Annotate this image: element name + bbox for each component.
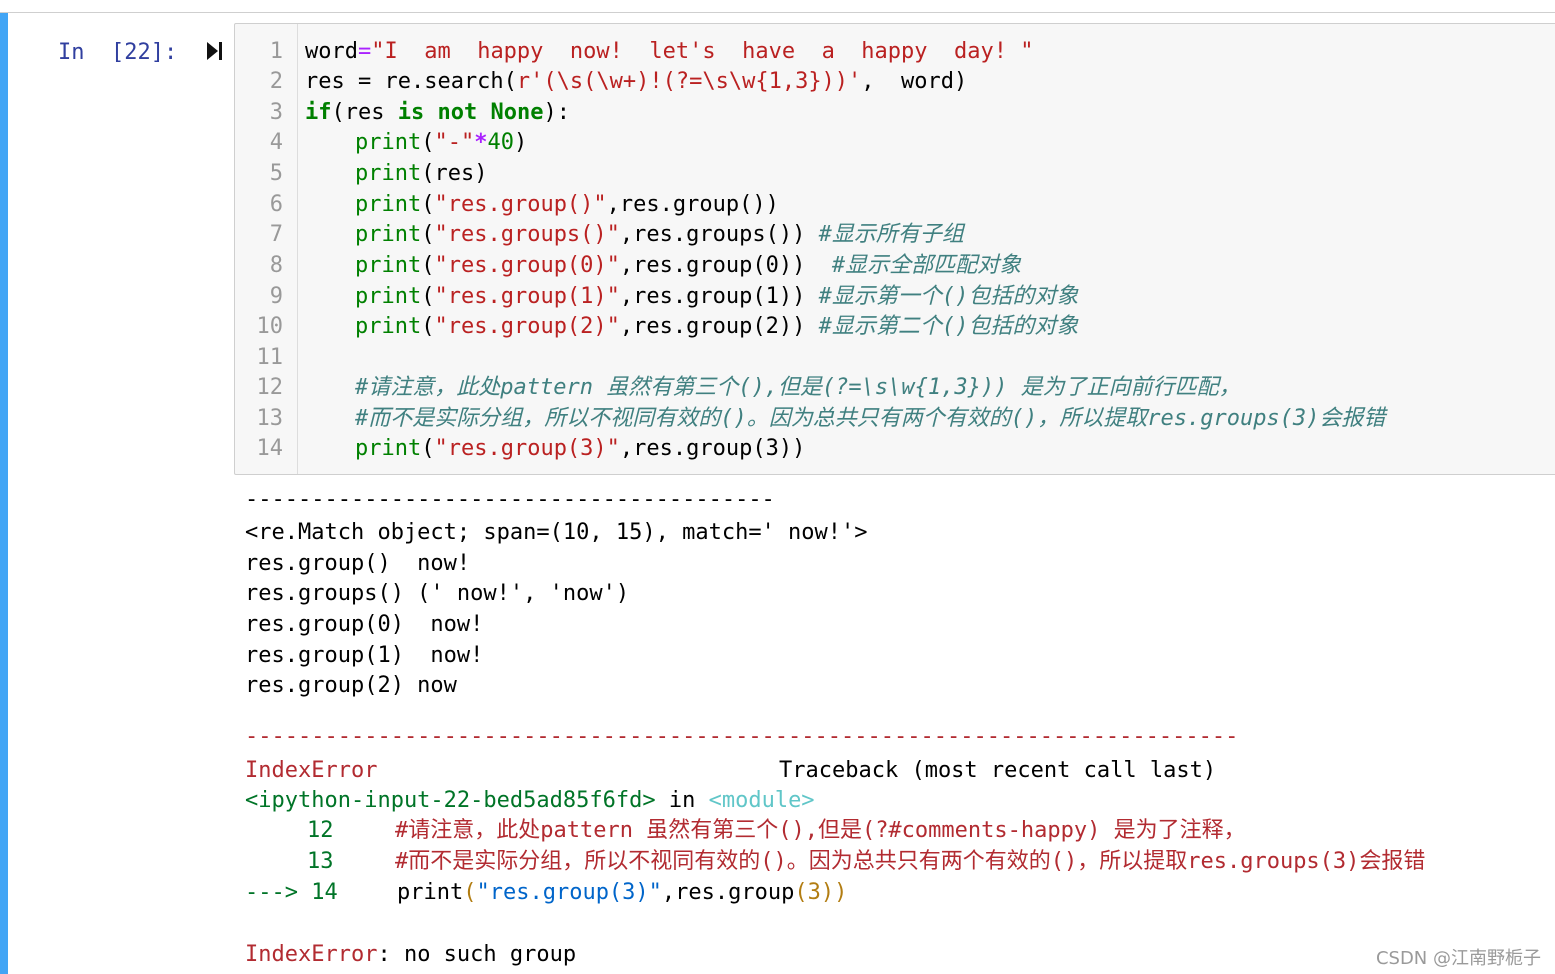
- line-number: 5: [269, 161, 283, 186]
- line-number: 10: [256, 314, 284, 339]
- traceback-header: IndexError Traceback (most recent call la…: [245, 758, 1217, 783]
- code-line: print("res.groups()",res.groups()) #显示所有…: [355, 222, 964, 247]
- line-number: 2: [269, 69, 283, 94]
- line-number: 6: [269, 192, 283, 217]
- code-line: print("-"*40): [355, 130, 528, 155]
- output-match-object: <re.Match object; span=(10, 15), match='…: [245, 520, 868, 545]
- code-line: print("res.group(1)",res.group(1)) #显示第一…: [355, 284, 1079, 309]
- code-line: print("res.group(0)",res.group(0)) #显示全部…: [355, 253, 1022, 278]
- line-number: 14: [256, 436, 284, 461]
- cell-prompt: In [22]:: [58, 40, 178, 65]
- traceback-location: <ipython-input-22-bed5ad85f6fd> in <modu…: [245, 788, 815, 813]
- run-cell-icon[interactable]: [206, 40, 224, 62]
- output-line: res.group(1) now!: [245, 643, 484, 668]
- code-line: word="I am happy now! let's have a happy…: [305, 39, 1034, 64]
- line-number-gutter: 1 2 3 4 5 6 7 8 9 10 11 12 13 14: [235, 24, 298, 474]
- code-line: print("res.group(3)",res.group(3)): [355, 436, 806, 461]
- output-line: res.group(2) now: [245, 673, 457, 698]
- top-border: [0, 0, 1555, 13]
- watermark: CSDN @江南野栀子: [1375, 948, 1541, 969]
- line-number: 1: [269, 39, 283, 64]
- output-line: res.group() now!: [245, 551, 471, 576]
- traceback-line-14: ---> 14 print("res.group(3)",res.group(3)…: [245, 880, 848, 905]
- code-line: print("res.group(2)",res.group(2)) #显示第二…: [355, 314, 1079, 339]
- code-line: if(res is not None):: [305, 100, 570, 125]
- code-line: print(res): [355, 161, 488, 186]
- output-dashes: ----------------------------------------: [245, 487, 775, 512]
- line-number: 7: [269, 222, 283, 247]
- line-number: 9: [269, 284, 283, 309]
- code-line: print("res.group()",res.group()): [355, 192, 779, 217]
- code-cell-editor[interactable]: 1 2 3 4 5 6 7 8 9 10 11 12 13 14 word="I…: [234, 23, 1555, 475]
- output-line: res.group(0) now!: [245, 612, 484, 637]
- line-number: 4: [269, 130, 283, 155]
- code-line: #请注意，此处pattern 虽然有第三个(),但是(?=\s\w{1,3}))…: [355, 375, 1241, 400]
- code-line: #而不是实际分组，所以不视同有效的()。因为总共只有两个有效的()，所以提取re…: [355, 406, 1386, 431]
- line-number: 3: [269, 100, 283, 125]
- error-message: IndexError: no such group: [245, 942, 577, 967]
- output-line: res.groups() (' now!', 'now'): [245, 581, 630, 606]
- line-number: 13: [256, 406, 284, 431]
- line-number: 12: [256, 375, 284, 400]
- line-number: 11: [256, 345, 284, 370]
- code-line: res = re.search(r'(\s(\w+)!(?=\s\w{1,3})…: [305, 69, 968, 94]
- traceback-separator: ----------------------------------------…: [245, 724, 1239, 749]
- selected-cell-indicator: [0, 13, 8, 974]
- line-number: 8: [269, 253, 283, 278]
